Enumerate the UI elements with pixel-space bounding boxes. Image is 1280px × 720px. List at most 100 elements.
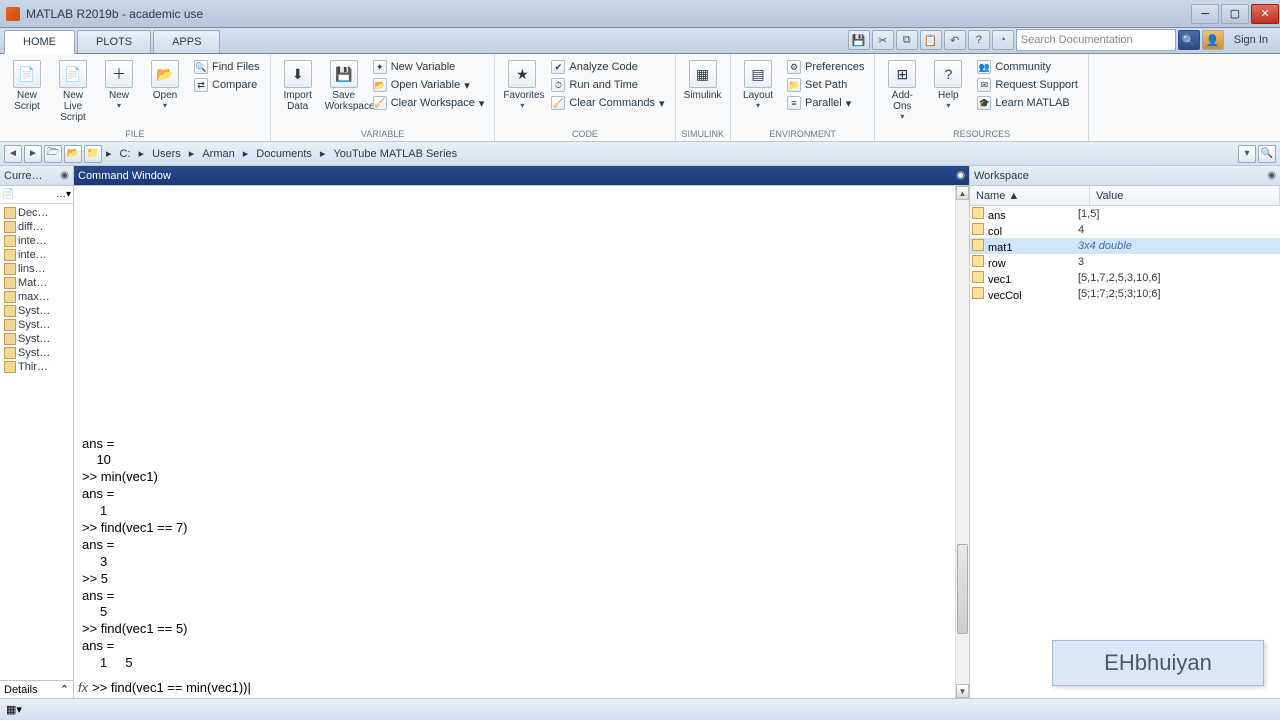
file-item[interactable]: diff… (2, 220, 71, 234)
help-button[interactable]: ?Help▾ (927, 58, 969, 112)
addons-button[interactable]: ⊞Add-Ons▾ (881, 58, 923, 123)
panel-action-icon[interactable]: ◉ (1267, 170, 1276, 181)
breadcrumb-part[interactable]: Documents (252, 148, 316, 160)
workspace-row[interactable]: vecCol[5;1;7;2;5;3;10;6] (970, 286, 1280, 302)
layout-button[interactable]: ▤Layout▾ (737, 58, 779, 112)
browse-folder-icon[interactable]: 📂 (64, 145, 82, 163)
clear-commands-button[interactable]: 🧹Clear Commands ▾ (547, 94, 668, 112)
vertical-scrollbar[interactable]: ▲ ▼ (955, 186, 969, 698)
panel-action-icon[interactable]: ◉ (60, 170, 69, 181)
simulink-button[interactable]: ▦Simulink (682, 58, 724, 103)
file-item[interactable]: inte… (2, 248, 71, 262)
save-quick-icon[interactable]: 💾 (848, 30, 870, 50)
search-documentation-input[interactable]: Search Documentation (1016, 29, 1176, 51)
undo-icon[interactable]: ↶ (944, 30, 966, 50)
file-item[interactable]: Dec… (2, 206, 71, 220)
tab-home[interactable]: HOME (4, 30, 75, 54)
breadcrumb-part[interactable]: Arman (198, 148, 238, 160)
folder-ellipsis[interactable]: … (56, 189, 66, 200)
tab-apps[interactable]: APPS (153, 30, 220, 53)
file-list[interactable]: Dec…diff…inte…inte…lins…Mat…max…Syst…Sys… (0, 204, 73, 680)
minimize-button[interactable]: ─ (1191, 4, 1219, 24)
toolstrip: 📄New Script 📄New Live Script ＋New▾ 📂Open… (0, 54, 1280, 142)
file-item[interactable]: max… (2, 290, 71, 304)
new-button[interactable]: ＋New▾ (98, 58, 140, 112)
close-button[interactable]: ✕ (1251, 4, 1279, 24)
resources-group-label: RESOURCES (881, 129, 1082, 141)
parallel-button[interactable]: ≡Parallel ▾ (783, 94, 868, 112)
details-bar[interactable]: Details ⌃ (0, 680, 73, 698)
info-icon[interactable]: ◔ (992, 30, 1014, 50)
up-folder-icon[interactable]: 🗁 (44, 145, 62, 163)
help-quick-icon[interactable]: ? (968, 30, 990, 50)
search-folder-icon[interactable]: 🔍 (1258, 145, 1276, 163)
command-input-row[interactable]: fx >> find(vec1 == min(vec1))| (74, 676, 955, 698)
workspace-row[interactable]: vec1[5,1,7,2,5,3,10,6] (970, 270, 1280, 286)
command-output: ans = 10>> min(vec1)ans = 1>> find(vec1 … (74, 432, 955, 676)
copy-icon[interactable]: ⧉ (896, 30, 918, 50)
file-item[interactable]: Syst… (2, 346, 71, 360)
set-path-button[interactable]: 📁Set Path (783, 76, 868, 94)
preferences-button[interactable]: ⚙Preferences (783, 58, 868, 76)
file-item[interactable]: Syst… (2, 318, 71, 332)
command-window-body[interactable]: ans = 10>> min(vec1)ans = 1>> find(vec1 … (74, 186, 969, 698)
panel-action-icon[interactable]: ◉ (956, 170, 965, 181)
favorites-button[interactable]: ★Favorites▾ (501, 58, 543, 112)
save-workspace-button[interactable]: 💾Save Workspace (323, 58, 365, 114)
simulink-group-label: SIMULINK (682, 129, 725, 141)
breadcrumb-part[interactable]: Users (148, 148, 185, 160)
cut-icon[interactable]: ✂ (872, 30, 894, 50)
command-line: >> find(vec1 == 7) (82, 520, 947, 537)
tab-plots[interactable]: PLOTS (77, 30, 151, 53)
open-variable-button[interactable]: 📂Open Variable ▾ (369, 76, 489, 94)
scroll-thumb[interactable] (957, 544, 968, 634)
learn-matlab-button[interactable]: 🎓Learn MATLAB (973, 94, 1082, 112)
sign-in-link[interactable]: Sign In (1226, 31, 1276, 49)
search-submit-icon[interactable]: 🔍 (1178, 30, 1200, 50)
file-item[interactable]: Syst… (2, 332, 71, 346)
matlab-logo-icon (6, 7, 20, 21)
fx-icon[interactable]: fx (78, 680, 88, 695)
file-item[interactable]: lins… (2, 262, 71, 276)
breadcrumb-part[interactable]: YouTube MATLAB Series (329, 148, 461, 160)
run-and-time-button[interactable]: ⏱Run and Time (547, 76, 668, 94)
main-tabstrip: HOME PLOTS APPS 💾 ✂ ⧉ 📋 ↶ ? ◔ Search Doc… (0, 28, 1280, 54)
file-item[interactable]: Syst… (2, 304, 71, 318)
new-variable-button[interactable]: ✦New Variable (369, 58, 489, 76)
command-line: >> min(vec1) (82, 469, 947, 486)
goto-folder-icon[interactable]: 📁 (84, 145, 102, 163)
back-button[interactable]: ◄ (4, 145, 22, 163)
scroll-up-icon[interactable]: ▲ (956, 186, 969, 200)
community-button[interactable]: 👥Community (973, 58, 1082, 76)
variable-group-label: VARIABLE (277, 129, 489, 141)
workspace-row[interactable]: col4 (970, 222, 1280, 238)
breadcrumb-dropdown-icon[interactable]: ▾ (1238, 145, 1256, 163)
workspace-row[interactable]: row3 (970, 254, 1280, 270)
new-script-button[interactable]: 📄New Script (6, 58, 48, 114)
folder-dropdown-icon[interactable]: ▾ (66, 189, 71, 200)
clear-workspace-button[interactable]: 🧹Clear Workspace ▾ (369, 94, 489, 112)
file-item[interactable]: inte… (2, 234, 71, 248)
import-data-button[interactable]: ⬇Import Data (277, 58, 319, 114)
command-line: ans = (82, 537, 947, 554)
new-live-script-button[interactable]: 📄New Live Script (52, 58, 94, 125)
user-icon[interactable]: 👤 (1202, 30, 1224, 50)
window-title: MATLAB R2019b - academic use (26, 7, 1190, 21)
compare-button[interactable]: ⇄Compare (190, 76, 264, 94)
find-files-button[interactable]: 🔍Find Files (190, 58, 264, 76)
file-item[interactable]: Mat… (2, 276, 71, 290)
workspace-row[interactable]: mat13x4 double (970, 238, 1280, 254)
open-button[interactable]: 📂Open▾ (144, 58, 186, 112)
request-support-button[interactable]: ✉Request Support (973, 76, 1082, 94)
paste-icon[interactable]: 📋 (920, 30, 942, 50)
details-expand-icon[interactable]: ⌃ (60, 683, 69, 696)
scroll-down-icon[interactable]: ▼ (956, 684, 969, 698)
workspace-row[interactable]: ans[1,5] (970, 206, 1280, 222)
breadcrumb-part[interactable]: C: (116, 148, 135, 160)
workspace-col-value[interactable]: Value (1090, 186, 1280, 205)
analyze-code-button[interactable]: ✔Analyze Code (547, 58, 668, 76)
forward-button[interactable]: ► (24, 145, 42, 163)
workspace-col-name[interactable]: Name ▲ (970, 186, 1090, 205)
file-item[interactable]: Thir… (2, 360, 71, 374)
maximize-button[interactable]: ▢ (1221, 4, 1249, 24)
